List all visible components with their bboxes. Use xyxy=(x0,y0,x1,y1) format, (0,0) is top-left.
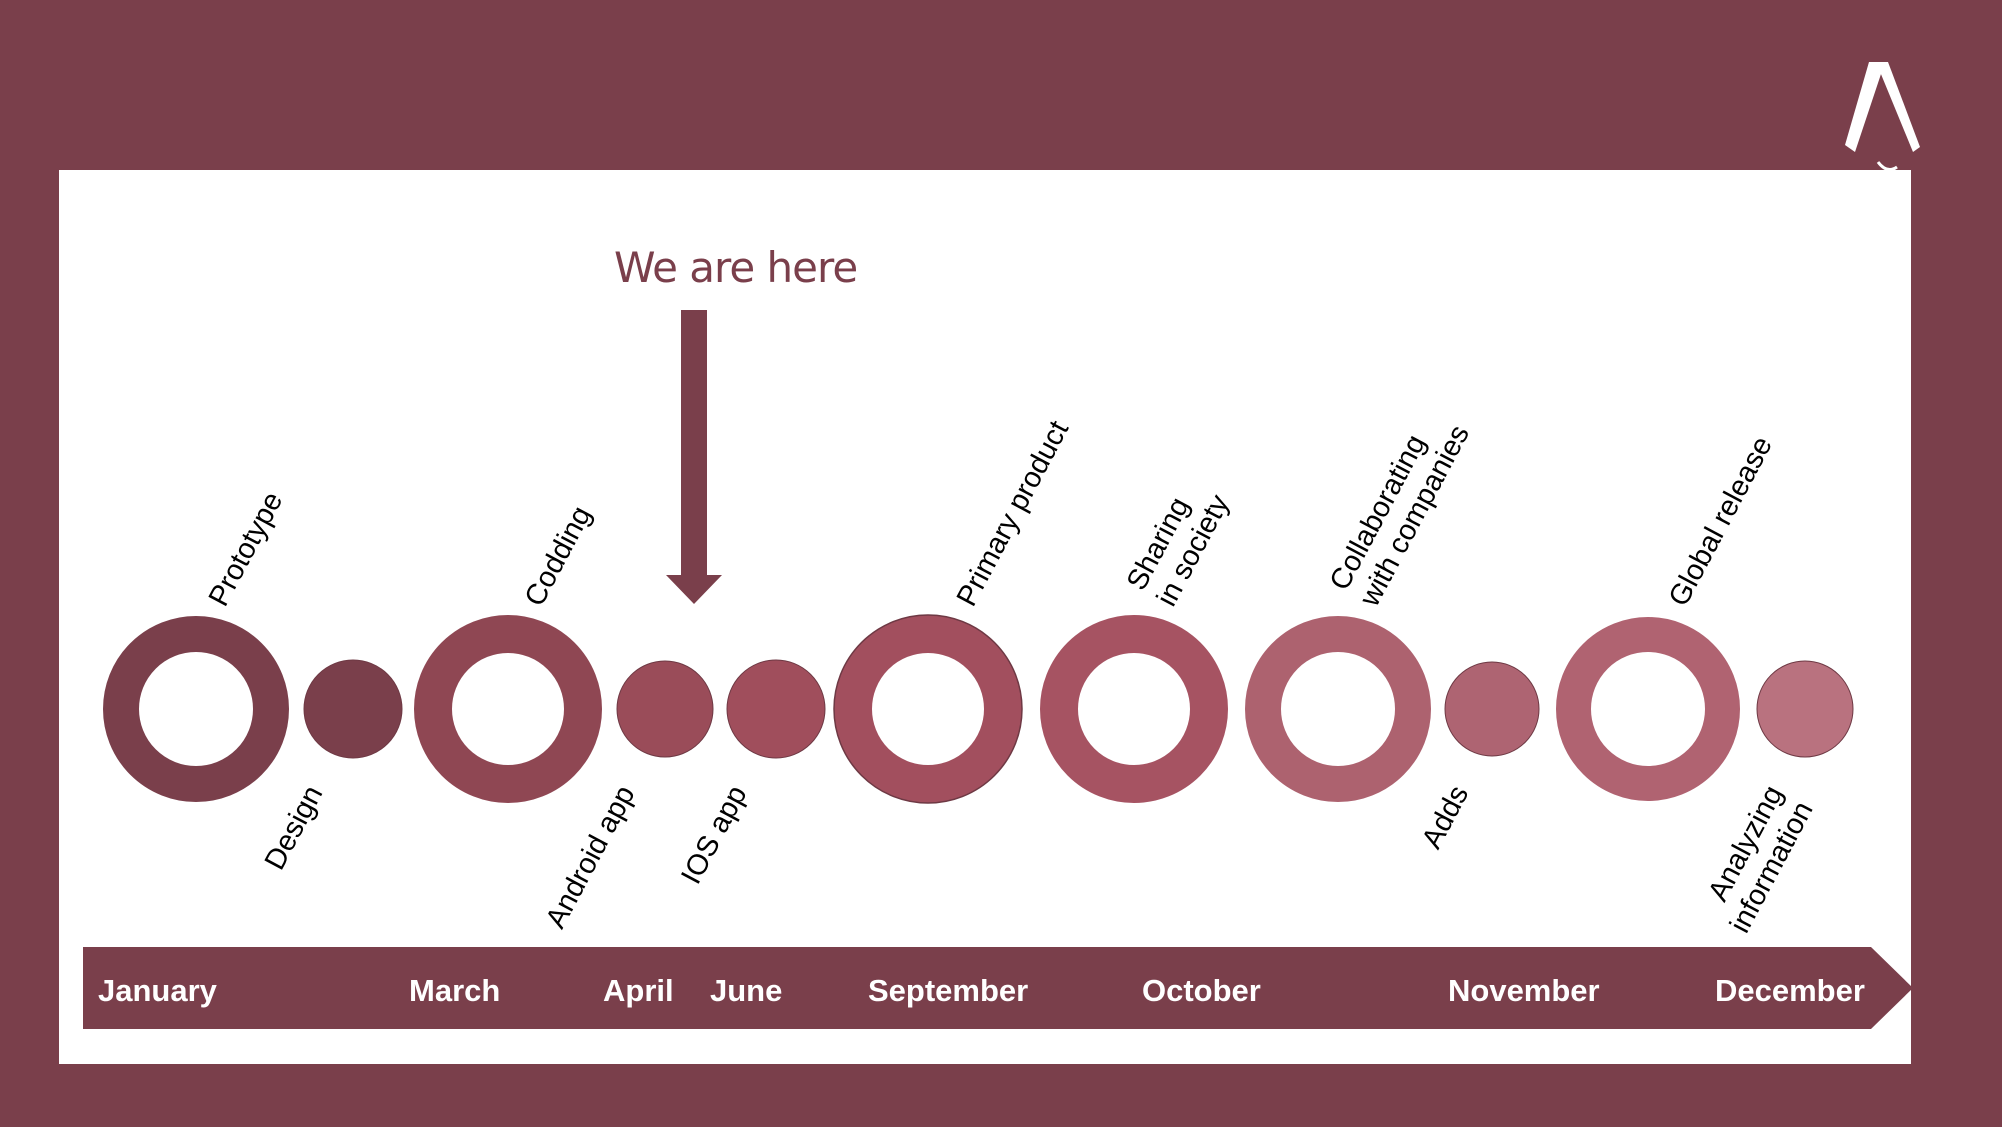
month-september: September xyxy=(868,973,1029,1008)
month-october: October xyxy=(1142,973,1261,1008)
stage-milestone-ring xyxy=(1556,617,1740,801)
stage-milestone-ring xyxy=(834,615,1022,803)
month-december: December xyxy=(1715,973,1865,1008)
stage-milestone-ring xyxy=(1040,615,1228,803)
month-april: April xyxy=(603,973,674,1008)
stage-milestone-ring xyxy=(103,616,289,802)
stage-step-dot xyxy=(303,659,403,759)
month-june: June xyxy=(710,973,783,1008)
stage-step-dot xyxy=(726,659,826,759)
stage-step-dot xyxy=(1444,661,1540,757)
stage-step-dot xyxy=(1756,660,1854,758)
month-november: November xyxy=(1448,973,1600,1008)
stage-milestone-ring xyxy=(1245,616,1431,802)
month-january: January xyxy=(98,973,217,1008)
stage-milestone-ring xyxy=(414,615,602,803)
stage-step-dot xyxy=(616,660,714,758)
month-march: March xyxy=(409,973,501,1008)
